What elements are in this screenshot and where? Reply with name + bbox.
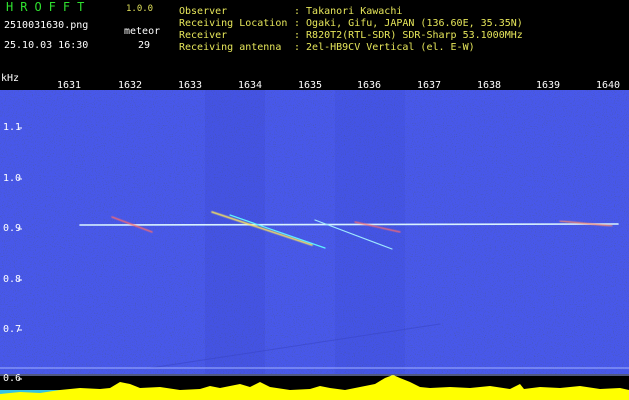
observer-label: Observer — [179, 6, 228, 17]
x-tick-label: 1638 — [477, 80, 502, 91]
x-tick-label: 1631 — [57, 80, 82, 91]
y-axis-unit: kHz — [1, 73, 20, 84]
receiver-value: : R820T2(RTL-SDR) SDR-Sharp 53.1000MHz — [294, 30, 523, 41]
file-name: 2510031630.png — [4, 20, 89, 31]
y-tick-label: 0.8 — [3, 274, 22, 285]
y-tick-label: 0.6 — [3, 373, 22, 384]
x-tick-label: 1639 — [536, 80, 561, 91]
signal-level-graph — [0, 375, 629, 400]
app-version: 1.0.0 — [126, 4, 154, 14]
location-label: Receiving Location — [179, 18, 288, 29]
y-tick-label: 1.1 — [3, 122, 22, 133]
x-tick-label: 1635 — [298, 80, 323, 91]
carrier-trace — [79, 223, 619, 226]
y-tick-label: 0.7 — [3, 324, 22, 335]
location-value: : Ogaki, Gifu, JAPAN (136.60E, 35.35N) — [294, 18, 523, 29]
x-tick-label: 1633 — [178, 80, 203, 91]
meteor-count: 29 — [138, 40, 151, 51]
x-tick-label: 1632 — [118, 80, 143, 91]
header-panel: HROFFT 1.0.0 2510031630.png meteor 25.10… — [0, 0, 629, 72]
antenna-label: Receiving antenna — [179, 42, 282, 53]
x-tick-label: 1640 — [596, 80, 621, 91]
y-tick-label: 1.0 — [3, 173, 22, 184]
noise-texture — [0, 90, 629, 374]
antenna-value: : 2el-HB9CV Vertical (el. E-W) — [294, 42, 475, 53]
x-tick-label: 1637 — [417, 80, 442, 91]
noise-band-1 — [205, 90, 265, 374]
spectrogram-panel — [0, 90, 629, 400]
y-tick-label: 0.9 — [3, 223, 22, 234]
observer-value: : Takanori Kawachi — [294, 6, 403, 17]
file-datetime: 25.10.03 16:30 — [4, 40, 89, 51]
x-tick-label: 1636 — [357, 80, 382, 91]
receiver-label: Receiver — [179, 30, 228, 41]
x-tick-label: 1634 — [238, 80, 263, 91]
meteor-label: meteor — [124, 26, 161, 37]
app-title: HROFFT — [6, 0, 92, 14]
